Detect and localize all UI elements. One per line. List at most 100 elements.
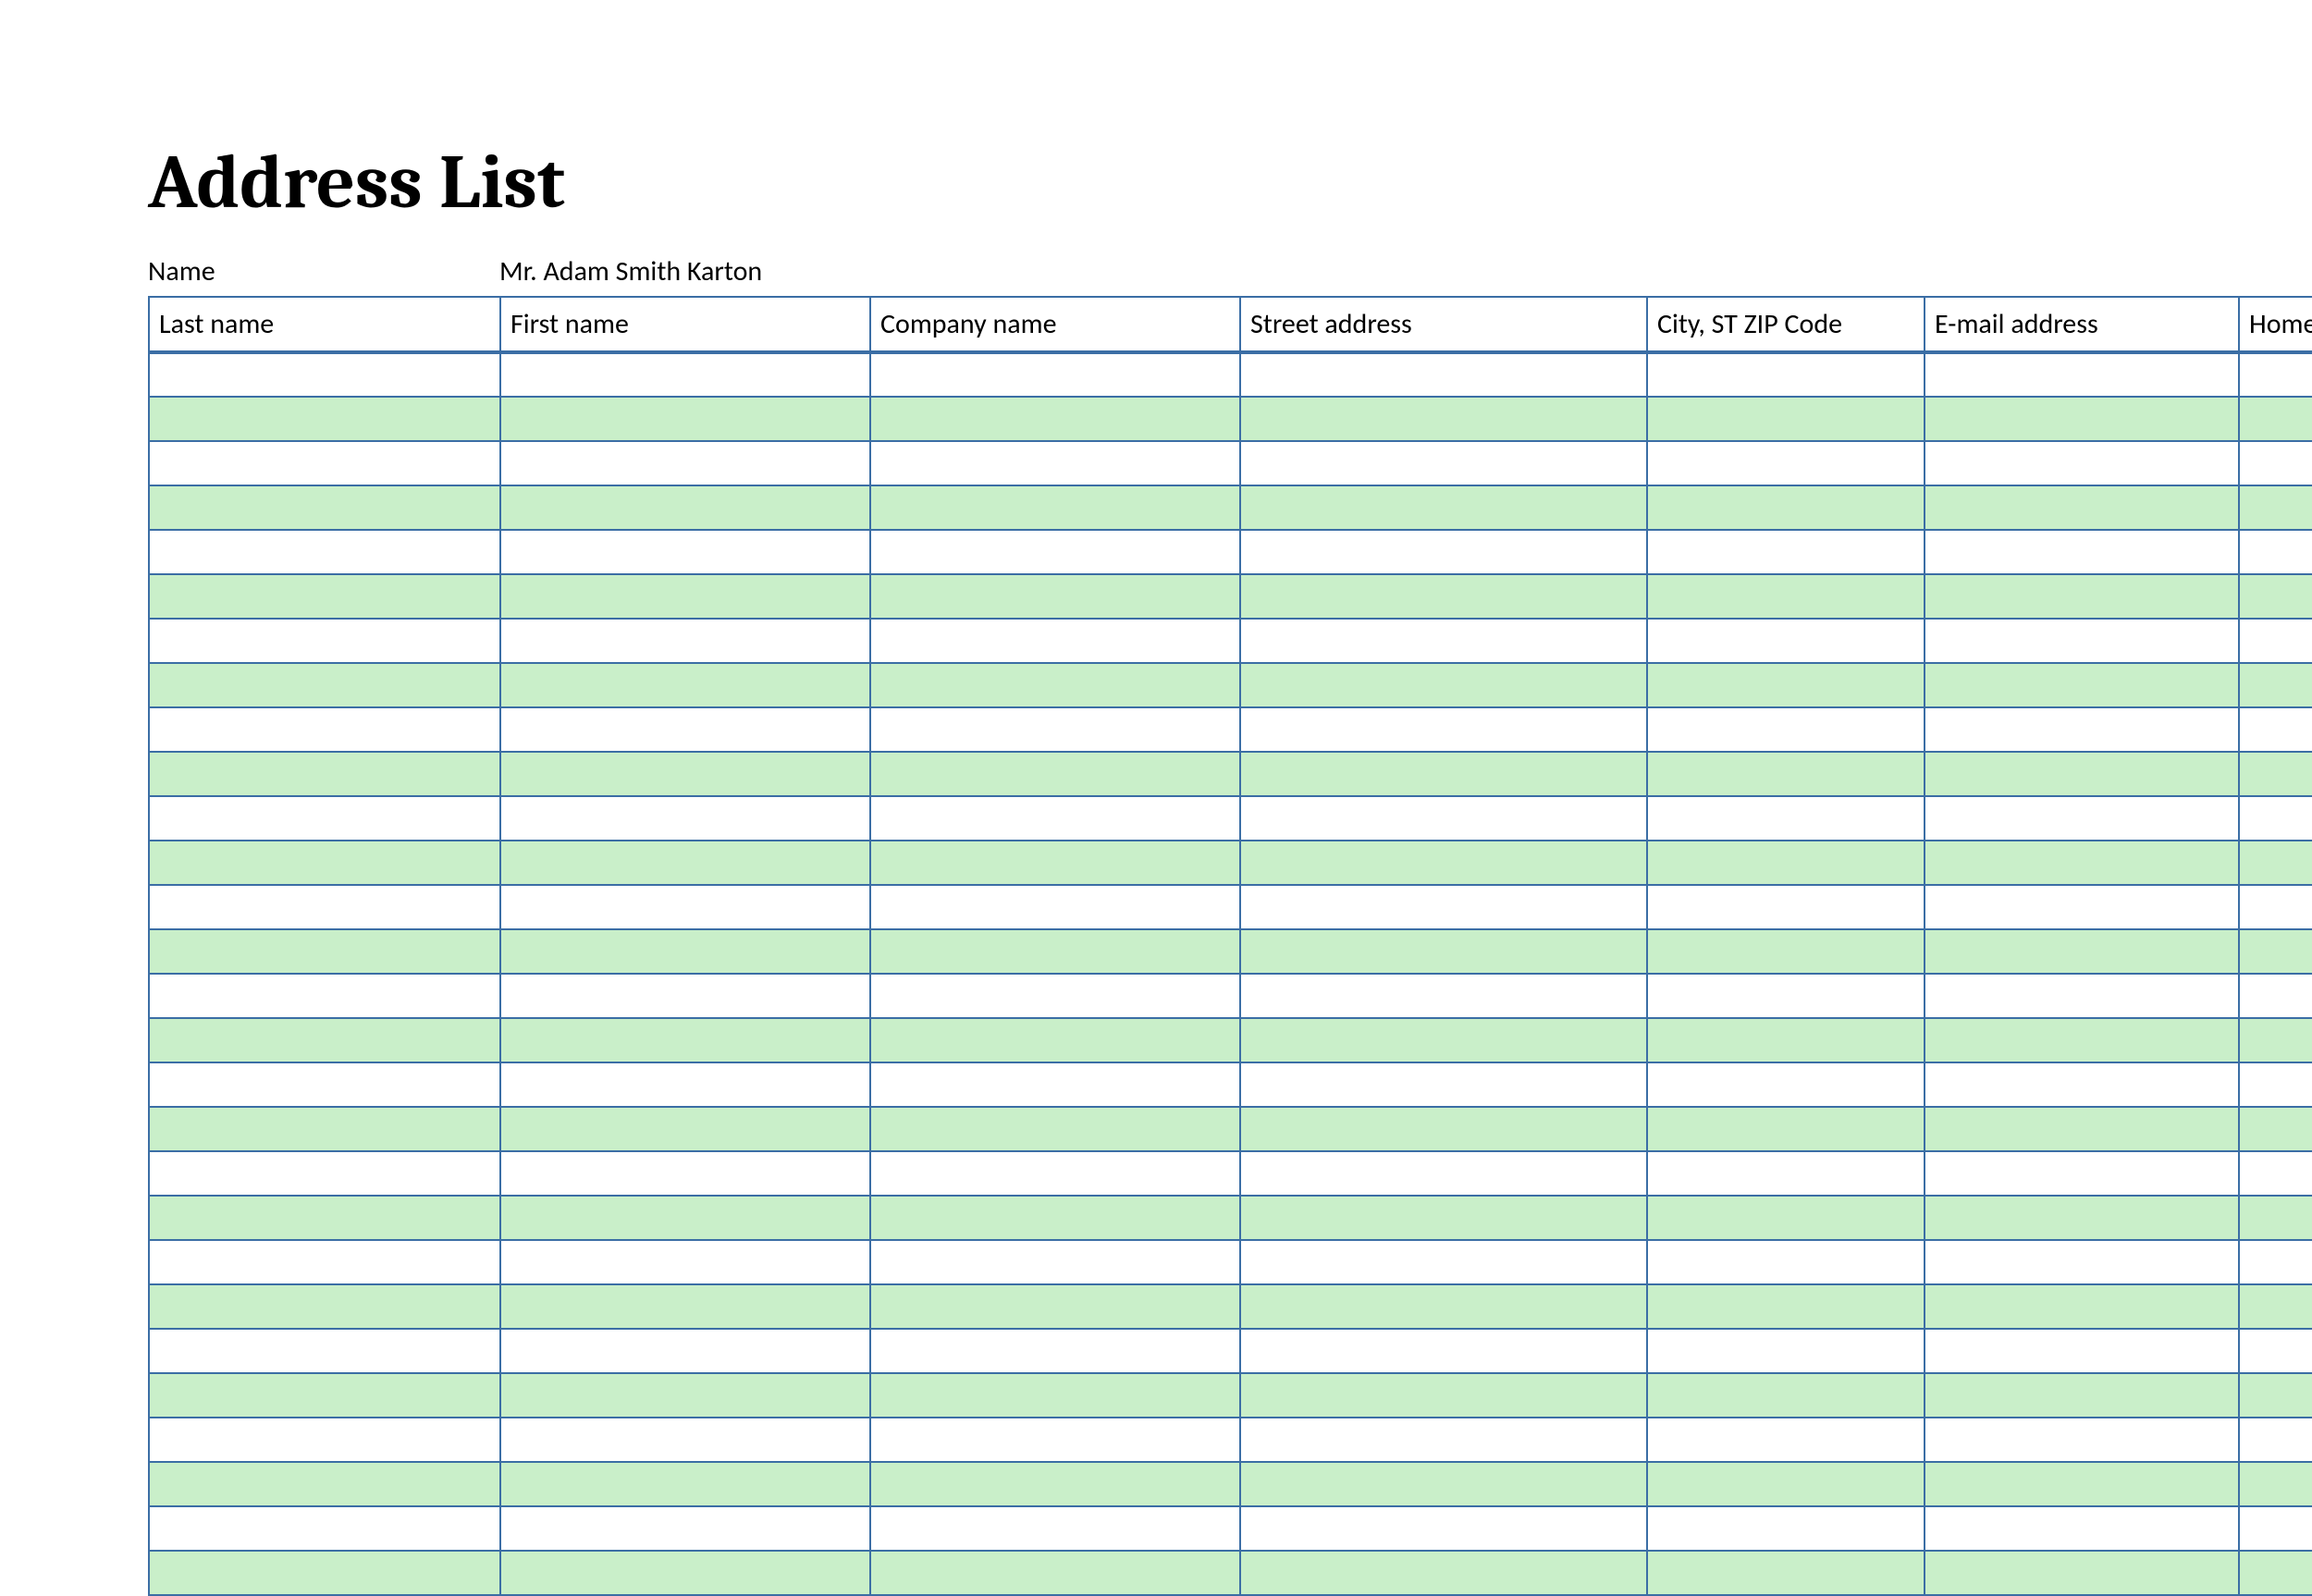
table-cell [1925, 1462, 2239, 1506]
table-cell [1925, 663, 2239, 707]
table-cell [2239, 1196, 2312, 1240]
table-cell [870, 441, 1240, 485]
table-cell [1240, 441, 1647, 485]
table-cell [1647, 1373, 1925, 1418]
table-header-row: Last name First name Company name Street… [149, 297, 2312, 352]
table-cell [1647, 707, 1925, 752]
table-cell [1925, 397, 2239, 441]
table-cell [500, 1196, 870, 1240]
table-cell [1925, 885, 2239, 929]
table-cell [2239, 1151, 2312, 1196]
table-cell [1925, 1329, 2239, 1373]
table-cell [1925, 1107, 2239, 1151]
table-cell [870, 1284, 1240, 1329]
table-row [149, 752, 2312, 796]
col-header-city: City, ST ZIP Code [1647, 297, 1925, 352]
table-cell [149, 1062, 500, 1107]
table-cell [1925, 1240, 2239, 1284]
table-cell [500, 352, 870, 397]
table-cell [870, 841, 1240, 885]
table-cell [2239, 707, 2312, 752]
table-cell [1925, 929, 2239, 974]
table-cell [870, 663, 1240, 707]
table-cell [149, 885, 500, 929]
table-row [149, 929, 2312, 974]
table-cell [1240, 1373, 1647, 1418]
table-cell [2239, 1284, 2312, 1329]
table-cell [870, 1018, 1240, 1062]
table-cell [1925, 530, 2239, 574]
table-cell [1240, 1107, 1647, 1151]
table-cell [870, 1196, 1240, 1240]
table-cell [1647, 885, 1925, 929]
table-cell [1925, 974, 2239, 1018]
table-cell [1647, 1418, 1925, 1462]
table-row [149, 397, 2312, 441]
table-cell [2239, 397, 2312, 441]
table-row [149, 1196, 2312, 1240]
table-cell [1647, 1506, 1925, 1551]
table-cell [2239, 974, 2312, 1018]
table-cell [1240, 929, 1647, 974]
page-title: Address List [148, 139, 2312, 227]
table-row [149, 885, 2312, 929]
table-cell [500, 1373, 870, 1418]
table-cell [1240, 1196, 1647, 1240]
table-cell [1647, 1062, 1925, 1107]
table-row [149, 1551, 2312, 1595]
table-cell [2239, 1551, 2312, 1595]
table-body [149, 352, 2312, 1595]
table-cell [1647, 1551, 1925, 1595]
table-cell [149, 530, 500, 574]
table-row [149, 707, 2312, 752]
table-cell [2239, 929, 2312, 974]
table-cell [1925, 1284, 2239, 1329]
table-cell [870, 1107, 1240, 1151]
table-cell [870, 1418, 1240, 1462]
table-cell [870, 1240, 1240, 1284]
table-cell [1240, 1151, 1647, 1196]
table-cell [1647, 352, 1925, 397]
table-cell [1925, 796, 2239, 841]
table-cell [149, 1418, 500, 1462]
table-cell [149, 574, 500, 619]
table-cell [870, 530, 1240, 574]
table-row [149, 796, 2312, 841]
table-cell [1647, 1240, 1925, 1284]
table-cell [1647, 441, 1925, 485]
col-header-first-name: First name [500, 297, 870, 352]
document-page: Address List Name Mr. Adam Smith Karton … [0, 0, 2312, 1596]
table-cell [1240, 1062, 1647, 1107]
table-cell [1925, 1018, 2239, 1062]
table-cell [500, 1151, 870, 1196]
table-cell [500, 929, 870, 974]
col-header-home: Home [2239, 297, 2312, 352]
table-cell [500, 1418, 870, 1462]
table-cell [1240, 885, 1647, 929]
table-cell [870, 485, 1240, 530]
table-cell [500, 1506, 870, 1551]
table-cell [2239, 574, 2312, 619]
table-cell [1925, 1506, 2239, 1551]
table-cell [149, 663, 500, 707]
col-header-email: E-mail address [1925, 297, 2239, 352]
table-cell [500, 1062, 870, 1107]
table-cell [1647, 1284, 1925, 1329]
table-cell [2239, 663, 2312, 707]
table-cell [149, 841, 500, 885]
table-cell [500, 796, 870, 841]
table-cell [149, 1373, 500, 1418]
table-cell [149, 707, 500, 752]
table-cell [1647, 796, 1925, 841]
table-row [149, 1107, 2312, 1151]
table-cell [1240, 352, 1647, 397]
table-cell [870, 929, 1240, 974]
table-cell [149, 929, 500, 974]
table-cell [500, 885, 870, 929]
table-cell [1240, 1018, 1647, 1062]
table-cell [870, 974, 1240, 1018]
table-cell [149, 1462, 500, 1506]
table-cell [500, 441, 870, 485]
table-row [149, 485, 2312, 530]
table-cell [1240, 707, 1647, 752]
